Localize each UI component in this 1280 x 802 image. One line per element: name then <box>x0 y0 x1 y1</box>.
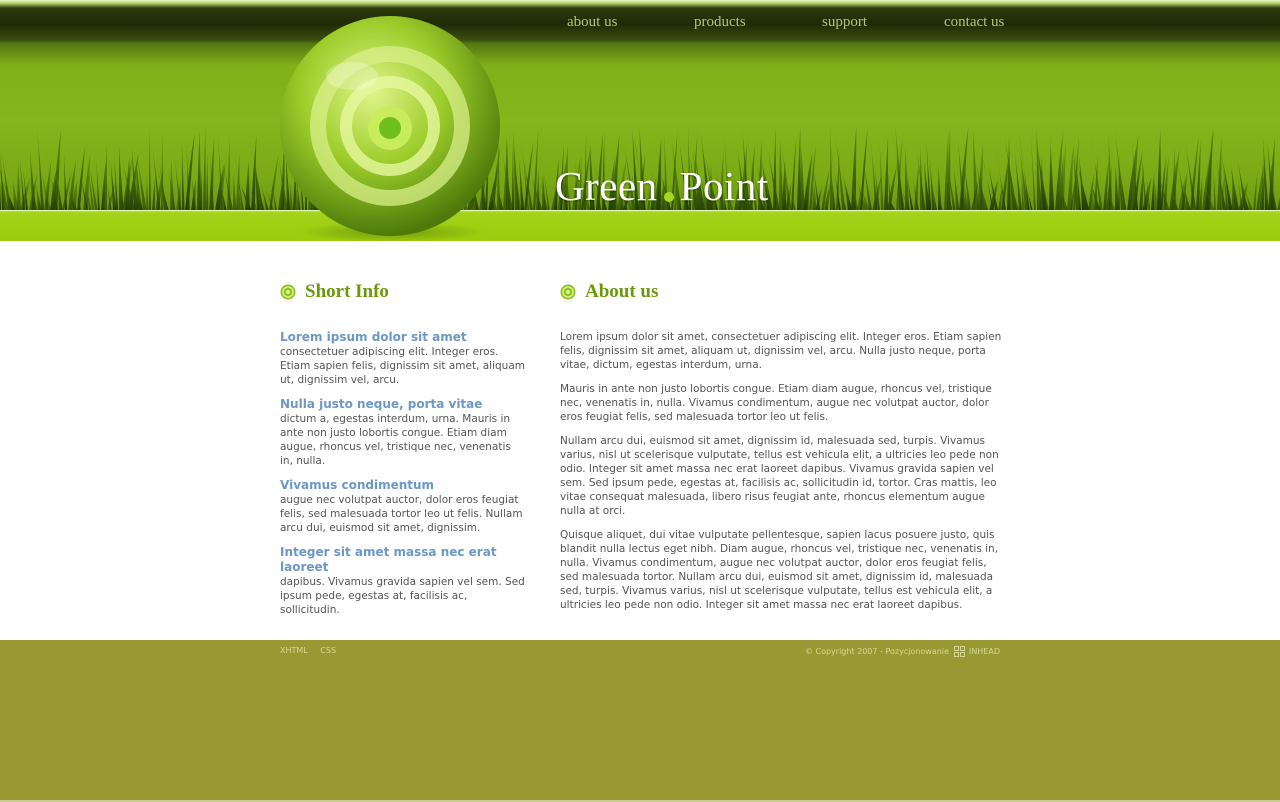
short-info-header: Short Info <box>280 280 525 304</box>
nav-contact-us[interactable]: contact us <box>944 14 1004 31</box>
info-item-body: consectetuer adipiscing elit. Integer er… <box>280 346 525 386</box>
short-info-title: Short Info <box>305 281 389 302</box>
inhead-logo-icon <box>953 646 965 657</box>
copyright-text: © Copyright 2007 - Pozycjonowanie <box>804 647 949 656</box>
about-us-title: About us <box>585 281 659 302</box>
info-item-heading[interactable]: Vivamus condimentum <box>280 478 525 493</box>
about-paragraph: Nullam arcu dui, euismod sit amet, digni… <box>560 435 999 517</box>
info-item: Vivamus condimentum augue nec volutpat a… <box>280 478 525 535</box>
info-item: Lorem ipsum dolor sit amet consectetuer … <box>280 330 525 387</box>
main-nav: about us products support contact us <box>0 14 1280 36</box>
lime-target-icon <box>280 16 500 241</box>
logo-word-green: Green <box>555 163 658 209</box>
about-paragraph: Quisque aliquet, dui vitae vulputate pel… <box>560 529 999 611</box>
info-item-body: augue nec volutpat auctor, dolor eros fe… <box>280 494 523 534</box>
footer: XHTML CSS © Copyright 2007 - Pozycjonowa… <box>0 640 1280 802</box>
footer-validation-links: XHTML CSS <box>280 646 346 655</box>
info-item-body: dictum a, egestas interdum, urna. Mauris… <box>280 413 511 467</box>
header-green-band <box>0 210 1280 241</box>
nav-about-us[interactable]: about us <box>567 14 617 31</box>
xhtml-link[interactable]: XHTML <box>280 646 308 655</box>
about-us-header: About us <box>560 280 1005 304</box>
inhead-link[interactable]: INHEAD <box>969 647 1000 656</box>
nav-products[interactable]: products <box>694 14 746 31</box>
logo-dot-icon <box>663 192 674 202</box>
about-paragraph: Lorem ipsum dolor sit amet, consectetuer… <box>560 331 1002 371</box>
info-item-heading[interactable]: Lorem ipsum dolor sit amet <box>280 330 525 345</box>
spiral-bullet-icon <box>280 284 296 300</box>
site-logo[interactable]: Green Point <box>555 162 769 209</box>
info-item-body: dapibus. Vivamus gravida sapien vel sem.… <box>280 576 525 616</box>
short-info-section: Short Info Lorem ipsum dolor sit amet co… <box>280 280 525 627</box>
footer-copyright: © Copyright 2007 - Pozycjonowanie INHEAD <box>805 646 1000 657</box>
header: about us products support contact us Gre… <box>0 0 1280 241</box>
nav-support[interactable]: support <box>822 14 867 31</box>
css-link[interactable]: CSS <box>320 646 336 655</box>
about-us-section: About us Lorem ipsum dolor sit amet, con… <box>560 280 1005 622</box>
info-item-heading[interactable]: Integer sit amet massa nec erat laoreet <box>280 545 525 575</box>
info-item: Nulla justo neque, porta vitae dictum a,… <box>280 397 525 468</box>
info-item: Integer sit amet massa nec erat laoreet … <box>280 545 525 617</box>
info-item-heading[interactable]: Nulla justo neque, porta vitae <box>280 397 525 412</box>
logo-word-point: Point <box>679 163 769 209</box>
spiral-bullet-icon <box>560 284 576 300</box>
about-paragraph: Mauris in ante non justo lobortis congue… <box>560 383 992 423</box>
